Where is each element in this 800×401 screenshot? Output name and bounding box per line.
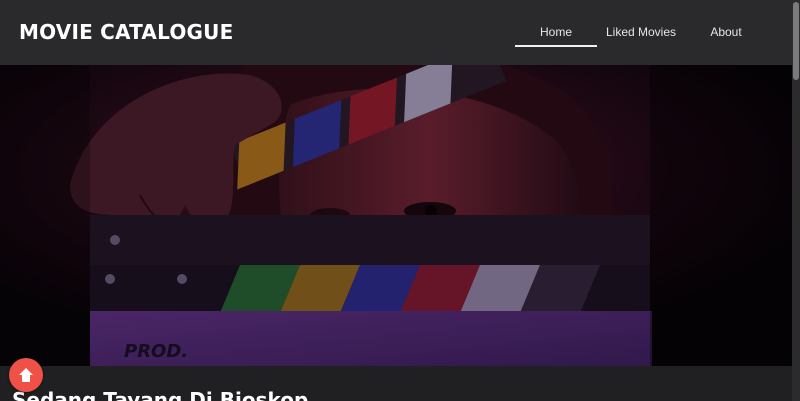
main-nav: Home Liked Movies About [515, 18, 767, 47]
section-title: Sedang Tayang Di Bioskop [12, 388, 309, 401]
site-header: MOVIE CATALOGUE Home Liked Movies About [0, 0, 792, 65]
arrow-up-icon [19, 368, 33, 382]
page-scrollbar[interactable] [792, 0, 800, 401]
clapperboard-hero-image: PROD. [0, 65, 792, 366]
back-to-top-button[interactable] [9, 358, 43, 392]
nav-link-about[interactable]: About [685, 18, 767, 46]
nav-link-home[interactable]: Home [515, 18, 597, 47]
site-logo-title[interactable]: MOVIE CATALOGUE [19, 20, 233, 44]
now-playing-section: Sedang Tayang Di Bioskop [0, 366, 792, 401]
scrollbar-thumb[interactable] [793, 2, 799, 80]
nav-link-liked-movies[interactable]: Liked Movies [597, 18, 685, 46]
hero-banner: PROD. [0, 65, 792, 366]
